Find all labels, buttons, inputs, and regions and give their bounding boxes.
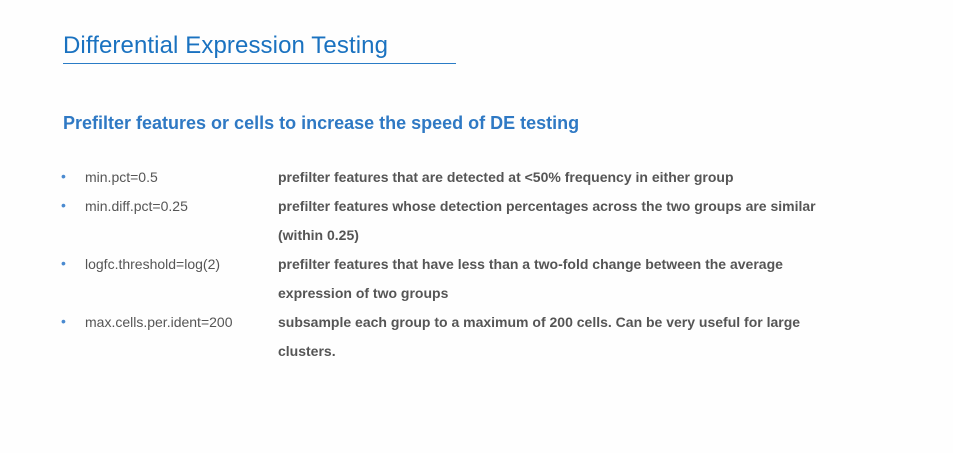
slide: Differential Expression Testing Prefilte… (0, 0, 953, 453)
slide-subtitle: Prefilter features or cells to increase … (63, 113, 580, 133)
bullet-icon: • (61, 197, 66, 213)
list-item: • min.diff.pct=0.25 prefilter features w… (61, 192, 921, 250)
parameter-name: max.cells.per.ident=200 (85, 314, 233, 330)
list-item: • min.pct=0.5 prefilter features that ar… (61, 163, 921, 192)
parameter-name: min.diff.pct=0.25 (85, 198, 188, 214)
parameter-description: subsample each group to a maximum of 200… (278, 314, 801, 359)
list-item: • logfc.threshold=log(2) prefilter featu… (61, 250, 921, 308)
bullet-icon: • (61, 168, 66, 184)
parameter-description: prefilter features whose detection perce… (278, 198, 816, 243)
parameter-name: min.pct=0.5 (85, 169, 158, 185)
bullet-icon: • (61, 255, 66, 271)
title-underline (63, 63, 456, 64)
parameter-list: • min.pct=0.5 prefilter features that ar… (61, 163, 921, 366)
bullet-icon: • (61, 313, 66, 329)
parameter-name: logfc.threshold=log(2) (85, 256, 221, 272)
parameter-description: prefilter features that are detected at … (278, 169, 734, 185)
list-item: • max.cells.per.ident=200 subsample each… (61, 308, 921, 366)
parameter-description: prefilter features that have less than a… (278, 256, 783, 301)
slide-title: Differential Expression Testing (63, 32, 389, 59)
